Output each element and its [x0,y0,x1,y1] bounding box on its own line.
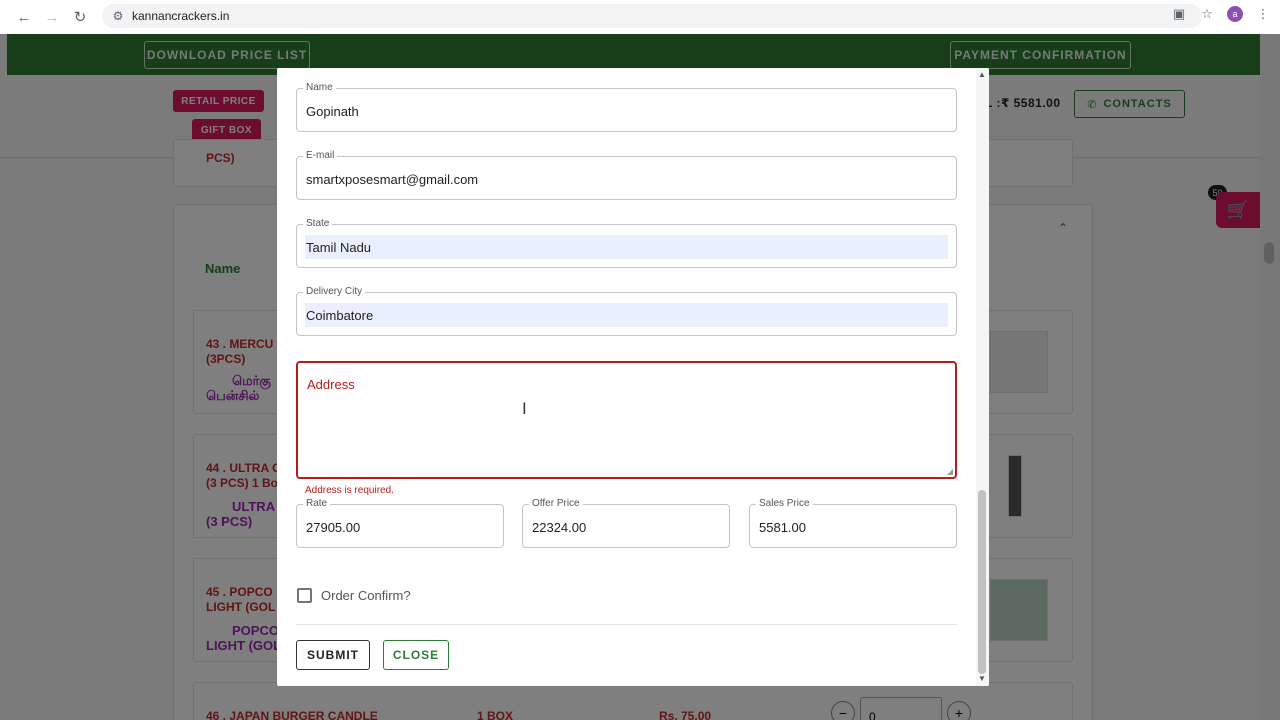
delivery-city-field[interactable]: Delivery City Coimbatore [296,285,957,336]
dialog-scrollbar[interactable]: ▲ ▼ [976,68,989,686]
delivery-city-value: Coimbatore [306,308,374,323]
reload-icon[interactable]: ↻ [66,3,94,31]
email-field[interactable]: E-mail smartxposesmart@gmail.com [296,149,957,200]
profile-avatar[interactable]: a [1224,3,1246,25]
install-icon[interactable]: ▣ [1168,3,1190,25]
email-value: smartxposesmart@gmail.com [306,172,479,187]
offer-price-field[interactable]: Offer Price 22324.00 [522,497,730,548]
resize-handle-icon[interactable]: ◢ [947,467,953,476]
order-confirm-checkbox[interactable] [297,588,312,603]
rate-value: 27905.00 [306,520,361,535]
address-bar[interactable]: ⚙ kannancrackers.in [102,4,1202,28]
rate-field[interactable]: Rate 27905.00 [296,497,504,548]
submit-button[interactable]: SUBMIT [296,640,370,670]
browser-toolbar: ← → ↻ ⚙ kannancrackers.in ▣ ☆ a ⋮ [0,0,1280,34]
name-value: Gopinath [306,104,359,119]
rate-label: Rate [303,497,331,511]
autofill-highlight [305,235,948,259]
email-label: E-mail [303,149,338,163]
text-cursor-icon: I [522,399,527,418]
sales-price-label: Sales Price [756,497,813,511]
bookmark-star-icon[interactable]: ☆ [1196,3,1218,25]
url-text: kannancrackers.in [132,9,230,23]
order-dialog: Name Gopinath E-mail smartxposesmart@gma… [277,68,989,686]
menu-kebab-icon[interactable]: ⋮ [1252,3,1274,25]
state-field[interactable]: State Tamil Nadu [296,217,957,268]
address-placeholder: Address [307,377,355,392]
site-info-icon[interactable]: ⚙ [106,9,130,23]
name-label: Name [303,81,336,95]
state-value: Tamil Nadu [306,240,372,255]
offer-price-value: 22324.00 [532,520,587,535]
sales-price-field[interactable]: Sales Price 5581.00 [749,497,957,548]
delivery-city-label: Delivery City [303,285,366,299]
forward-icon[interactable]: → [38,3,66,31]
scroll-up-icon[interactable]: ▲ [978,70,986,79]
scroll-down-icon[interactable]: ▼ [978,674,986,683]
profile-initial: a [1227,6,1243,22]
close-button[interactable]: CLOSE [383,640,449,670]
state-label: State [303,217,333,231]
dialog-scrollbar-thumb[interactable] [978,490,986,674]
back-icon[interactable]: ← [10,3,38,31]
autofill-highlight [305,303,948,327]
address-textarea[interactable]: Address ◢ [296,361,957,479]
order-confirm-label[interactable]: Order Confirm? [321,588,411,603]
dialog-divider [296,624,957,625]
address-error-message: Address is required. [305,485,394,496]
name-field[interactable]: Name Gopinath [296,81,957,132]
offer-price-label: Offer Price [529,497,583,511]
order-confirm-row[interactable]: Order Confirm? [297,588,411,603]
sales-price-value: 5581.00 [759,520,806,535]
